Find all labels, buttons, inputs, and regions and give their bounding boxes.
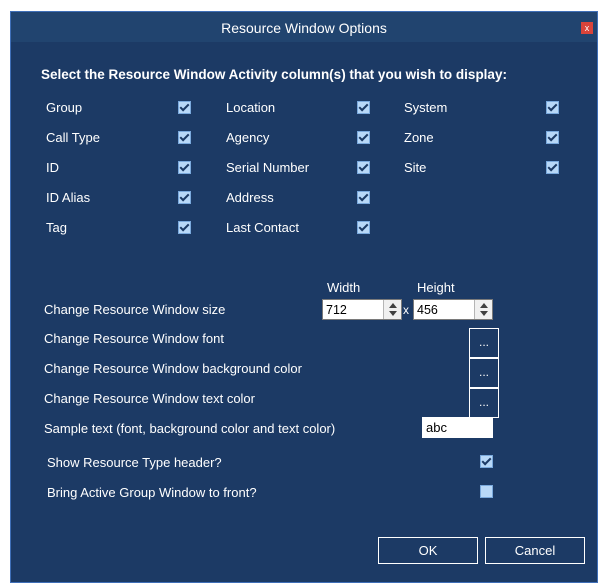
background-color-label: Change Resource Window background color — [44, 361, 302, 376]
label-system: System — [404, 100, 448, 115]
title-bar[interactable]: Resource Window Options x — [11, 12, 597, 42]
show-header-label: Show Resource Type header? — [47, 455, 222, 470]
checkbox-group[interactable] — [178, 101, 191, 114]
label-location: Location — [226, 100, 276, 115]
bring-front-label: Bring Active Group Window to front? — [47, 485, 257, 500]
text-color-label: Change Resource Window text color — [44, 391, 255, 406]
cancel-button[interactable]: Cancel — [485, 537, 585, 564]
sample-text-label: Sample text (font, background color and … — [44, 421, 336, 436]
text-color-button[interactable]: ... — [469, 388, 499, 418]
label-id-alias: ID Alias — [46, 190, 91, 205]
font-button[interactable]: ... — [469, 328, 499, 358]
checkbox-system[interactable] — [546, 101, 559, 114]
label-call-type: Call Type — [46, 130, 100, 145]
height-spinner[interactable]: 456 — [413, 299, 493, 320]
checkbox-last-contact[interactable] — [357, 221, 370, 234]
width-spinner[interactable]: 712 — [322, 299, 402, 320]
width-value: 712 — [326, 303, 347, 317]
checkbox-address[interactable] — [357, 191, 370, 204]
label-site: Site — [404, 160, 427, 175]
height-value: 456 — [417, 303, 438, 317]
close-icon[interactable]: x — [581, 22, 593, 34]
label-address: Address — [226, 190, 274, 205]
checkbox-id[interactable] — [178, 161, 191, 174]
checkbox-location[interactable] — [357, 101, 370, 114]
width-label: Width — [327, 280, 361, 295]
height-spin-arrows[interactable] — [474, 300, 492, 319]
label-tag: Tag — [46, 220, 67, 235]
label-serial-number: Serial Number — [226, 160, 310, 175]
height-label: Height — [417, 280, 455, 295]
font-row-label: Change Resource Window font — [44, 331, 224, 346]
bring-front-checkbox[interactable] — [480, 485, 493, 498]
background-color-button[interactable]: ... — [469, 358, 499, 388]
spin-up-icon[interactable] — [480, 303, 488, 308]
label-zone: Zone — [404, 130, 434, 145]
options-dialog: Resource Window Options x Select the Res… — [10, 11, 598, 583]
checkbox-call-type[interactable] — [178, 131, 191, 144]
ok-button[interactable]: OK — [378, 537, 478, 564]
columns-heading: Select the Resource Window Activity colu… — [41, 67, 507, 82]
size-row-label: Change Resource Window size — [44, 302, 226, 317]
spin-down-icon[interactable] — [480, 311, 488, 316]
show-header-checkbox[interactable] — [480, 455, 493, 468]
checkbox-agency[interactable] — [357, 131, 370, 144]
checkbox-id-alias[interactable] — [178, 191, 191, 204]
label-last-contact: Last Contact — [226, 220, 299, 235]
checkbox-tag[interactable] — [178, 221, 191, 234]
label-id: ID — [46, 160, 59, 175]
spin-up-icon[interactable] — [389, 303, 397, 308]
checkbox-zone[interactable] — [546, 131, 559, 144]
spin-down-icon[interactable] — [389, 311, 397, 316]
window-title: Resource Window Options — [221, 20, 387, 36]
label-agency: Agency — [226, 130, 270, 145]
size-separator: x — [403, 303, 409, 317]
label-group: Group — [46, 100, 83, 115]
checkbox-site[interactable] — [546, 161, 559, 174]
sample-text-preview: abc — [422, 417, 493, 438]
width-spin-arrows[interactable] — [383, 300, 401, 319]
checkbox-serial-number[interactable] — [357, 161, 370, 174]
